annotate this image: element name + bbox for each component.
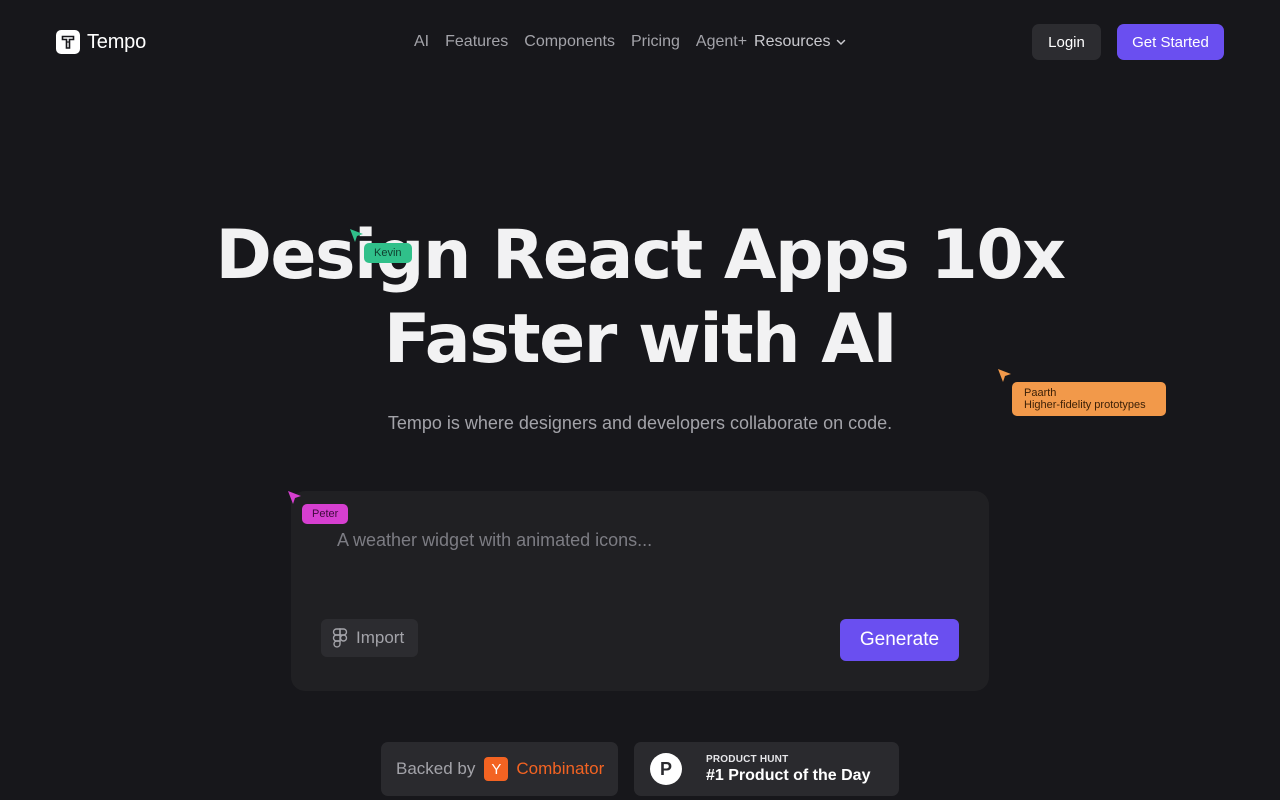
peter-cursor-tag: Peter [302, 504, 349, 524]
paarth-note: Higher-fidelity prototypes [1024, 399, 1146, 411]
hero-headline-line1: Design React Apps 10x [215, 216, 1066, 295]
peter-cursor-icon [287, 490, 303, 506]
import-button[interactable]: Import [321, 619, 418, 657]
brand-name: Tempo [87, 30, 147, 53]
yc-prefix: Backed by [396, 759, 476, 778]
paarth-cursor-tag: Paarth Higher-fidelity prototypes [1012, 382, 1166, 416]
prompt-input[interactable] [337, 527, 937, 553]
brand-logo[interactable]: Tempo [56, 30, 146, 54]
yc-logo-icon: Y [484, 757, 509, 781]
product-hunt-text: PRODUCT HUNT #1 Product of the Day [706, 754, 870, 785]
kevin-cursor-tag: Kevin [364, 243, 412, 263]
top-nav: Tempo AI Features Components Pricing Age… [0, 0, 1280, 84]
yc-badge[interactable]: Backed by Y Combinator [381, 742, 618, 796]
product-hunt-title: #1 Product of the Day [706, 766, 871, 784]
import-label: Import [356, 628, 405, 647]
prompt-card: Import Generate [291, 491, 989, 691]
paarth-name: Paarth [1024, 387, 1057, 399]
yc-name: Combinator [516, 759, 605, 778]
hero-headline: Design React Apps 10x Faster with AI [0, 214, 1280, 382]
nav-item-features[interactable]: Features [445, 33, 508, 51]
main-menu: AI Features Components Pricing Agent+ Re… [414, 31, 847, 53]
get-started-button[interactable]: Get Started [1117, 24, 1224, 60]
generate-button[interactable]: Generate [840, 619, 959, 661]
chevron-down-icon [836, 39, 845, 46]
tempo-logo-icon [56, 30, 80, 54]
nav-item-ai[interactable]: AI [414, 33, 429, 51]
login-button[interactable]: Login [1032, 24, 1101, 60]
product-hunt-kicker: PRODUCT HUNT [706, 753, 789, 765]
hero-subtitle: Tempo is where designers and developers … [387, 413, 893, 433]
figma-icon [332, 628, 348, 648]
nav-item-components[interactable]: Components [524, 33, 615, 51]
nav-item-resources-label: Resources [754, 33, 831, 50]
nav-item-pricing[interactable]: Pricing [631, 33, 680, 51]
paarth-cursor-icon [997, 368, 1013, 384]
hero-headline-line2: Faster with AI [383, 300, 898, 379]
nav-item-agent-plus[interactable]: Agent+ [696, 33, 747, 51]
product-hunt-logo-icon: P [650, 753, 682, 785]
nav-item-resources[interactable]: Resources [754, 33, 846, 51]
kevin-cursor-icon [349, 228, 365, 244]
product-hunt-badge[interactable]: P PRODUCT HUNT #1 Product of the Day [634, 742, 899, 796]
